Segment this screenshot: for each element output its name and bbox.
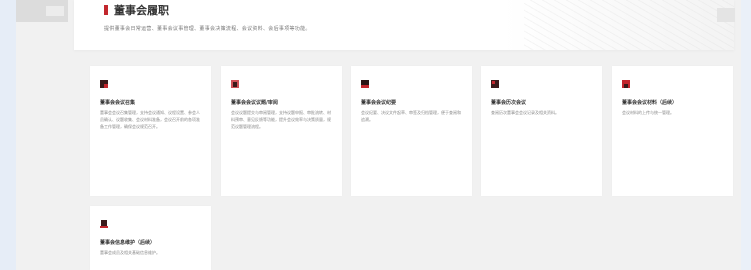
page-title: 董事会履职 bbox=[104, 2, 169, 18]
module-card-meeting-convene[interactable]: 董事会会议召集 董事会会议召集管理，支持会议通知、议程设置、参会人员确认、议题收… bbox=[90, 66, 211, 196]
card-description: 董事会会议召集管理，支持会议通知、议程设置、参会人员确认、议题收集、会议材料准备… bbox=[100, 110, 200, 129]
banner-decoration bbox=[524, 0, 734, 50]
right-scroll-gutter[interactable] bbox=[741, 0, 751, 270]
meeting-convene-icon bbox=[100, 80, 108, 88]
left-edge-strip bbox=[0, 0, 16, 270]
app-viewport: 董事会履职 提供董事会日常运营、董事会议事管理、董事会决策流程、会议资料、会后事… bbox=[0, 0, 751, 270]
card-description: 会议议题提交与审阅管理，支持议题申报、审批流转、材料预审、意见反馈等功能，提升会… bbox=[231, 110, 331, 129]
module-card-history-meetings[interactable]: 董事会历次会议 查阅历次董事会会议记录及相关资料。 bbox=[481, 66, 602, 196]
module-card-agenda-review[interactable]: 董事会会议议题/审阅 会议议题提交与审阅管理，支持议题申报、审批流转、材料预审、… bbox=[221, 66, 342, 196]
card-title: 董事会信息维护（后续） bbox=[100, 240, 156, 246]
card-title: 董事会会议材料（后续） bbox=[622, 100, 678, 106]
page-description: 提供董事会日常运营、董事会议事管理、董事会决策流程、会议资料、会后事项等功能。 bbox=[104, 26, 311, 32]
card-title: 董事会会议纪要 bbox=[361, 100, 397, 106]
card-title: 董事会会议召集 bbox=[100, 100, 136, 106]
card-description: 董事会成员及相关基础信息维护。 bbox=[100, 250, 160, 255]
card-description: 会议材料的上传与统一管理。 bbox=[622, 110, 674, 115]
card-title: 董事会会议议题/审阅 bbox=[231, 100, 278, 106]
title-accent-bar bbox=[104, 5, 108, 15]
module-card-minutes[interactable]: 董事会会议纪要 会议纪要、决议文件起草、审签及归档管理，便于查阅和追溯。 bbox=[351, 66, 472, 196]
card-description: 会议纪要、决议文件起草、审签及归档管理，便于查阅和追溯。 bbox=[361, 110, 461, 122]
header-tab-chip[interactable] bbox=[46, 6, 64, 16]
page-header-banner: 董事会履职 提供董事会日常运营、董事会议事管理、董事会决策流程、会议资料、会后事… bbox=[74, 0, 734, 50]
page-title-text: 董事会履职 bbox=[114, 4, 169, 17]
minutes-icon bbox=[361, 80, 369, 88]
agenda-review-icon bbox=[231, 80, 239, 88]
card-title: 董事会历次会议 bbox=[491, 100, 527, 106]
history-meetings-icon bbox=[491, 80, 499, 88]
module-card-meeting-materials[interactable]: 董事会会议材料（后续） 会议材料的上传与统一管理。 bbox=[612, 66, 733, 196]
top-left-header-block bbox=[16, 0, 68, 22]
meeting-materials-icon bbox=[622, 80, 630, 88]
top-right-control[interactable] bbox=[717, 8, 735, 22]
card-description: 查阅历次董事会会议记录及相关资料。 bbox=[491, 110, 559, 115]
info-maintenance-icon bbox=[100, 220, 108, 228]
module-card-info-maintenance[interactable]: 董事会信息维护（后续） 董事会成员及相关基础信息维护。 bbox=[90, 206, 211, 270]
